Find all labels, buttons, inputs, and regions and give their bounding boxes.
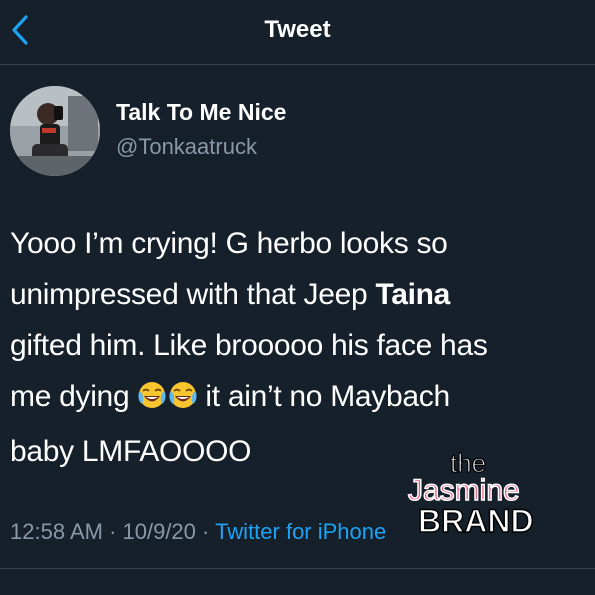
tweet-screen: Tweet Talk To Me Nice @Tonkaatruck Yooo … <box>0 0 595 595</box>
tweet-line-4-start: me dying <box>10 380 138 413</box>
tweet-line-2-text: unimpressed with that Jeep <box>10 278 376 311</box>
avatar[interactable] <box>10 86 100 176</box>
face-with-tears-of-joy-icon <box>137 375 197 426</box>
tweet-line-4: me dying it ain’t no Maybach <box>10 371 590 426</box>
tweet-meta: 12:58 AM · 10/9/20 · Twitter for iPhone <box>10 519 386 545</box>
tweet-body: Yooo I’m crying! G herbo looks so unimpr… <box>10 218 590 477</box>
tweet-line-2: unimpressed with that Jeep Taina <box>10 269 590 320</box>
page-title: Tweet <box>264 16 331 43</box>
tweet-line-4-end: it ain’t no Maybach <box>197 380 450 413</box>
tweet-source-link[interactable]: Twitter for iPhone <box>215 519 386 544</box>
tweet-line-1: Yooo I’m crying! G herbo looks so <box>10 227 448 260</box>
watermark-logo: the Jasmine BRAND <box>407 448 534 538</box>
author-handle[interactable]: @Tonkaatruck <box>116 134 257 160</box>
author-display-name[interactable]: Talk To Me Nice <box>116 99 286 126</box>
avatar-image <box>10 86 100 176</box>
watermark-line-3: BRAND <box>418 503 534 538</box>
tweet-line-3: gifted him. Like brooooo his face has <box>10 329 488 362</box>
mention-taina[interactable]: Taina <box>375 278 450 311</box>
divider <box>0 568 595 569</box>
nav-bar: Tweet <box>0 0 595 65</box>
tweet-timestamp[interactable]: 12:58 AM · 10/9/20 · <box>10 519 215 544</box>
